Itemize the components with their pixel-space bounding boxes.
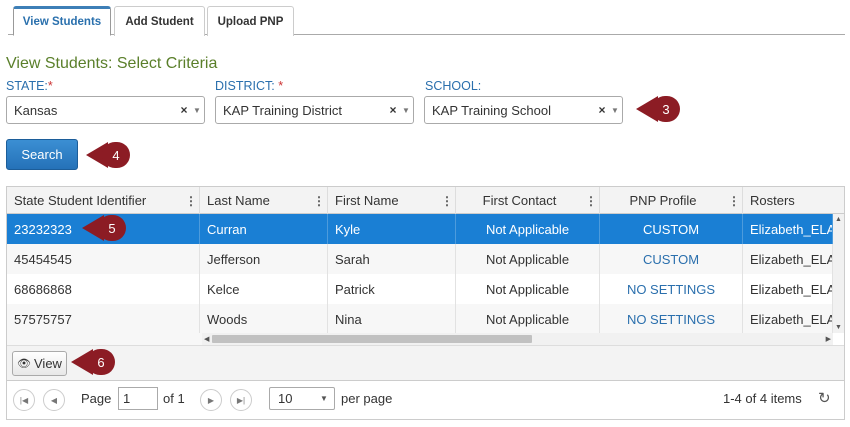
pager: |◀ ◀ Page 1 of 1 ▶ ▶| 10 ▼ per page 1-4 … <box>7 381 844 419</box>
column-menu-icon[interactable]: ⋮ <box>726 194 742 208</box>
cell-first-name: Kyle <box>328 214 456 244</box>
items-info: 1-4 of 4 items <box>723 391 802 406</box>
view-button[interactable]: 👁 View <box>12 351 67 376</box>
scroll-right-icon[interactable]: ▶ <box>826 335 831 343</box>
cell-pnp-profile[interactable]: NO SETTINGS <box>600 304 743 334</box>
next-page-icon[interactable]: ▶ <box>200 389 222 411</box>
district-select[interactable]: KAP Training District × ▼ <box>215 96 414 124</box>
state-select[interactable]: Kansas × ▼ <box>6 96 205 124</box>
callout-5: 5 <box>82 215 126 241</box>
school-label: SCHOOL: <box>425 79 482 93</box>
cell-first-contact: Not Applicable <box>456 304 600 334</box>
clear-icon[interactable]: × <box>387 103 399 117</box>
tab-upload-pnp[interactable]: Upload PNP <box>207 6 294 36</box>
state-label: STATE:* <box>6 79 53 93</box>
table-row[interactable]: 23232323 Curran Kyle Not Applicable CUST… <box>7 214 833 244</box>
school-select[interactable]: KAP Training School × ▼ <box>424 96 623 124</box>
table-row[interactable]: 68686868 Kelce Patrick Not Applicable NO… <box>7 274 833 304</box>
search-button[interactable]: Search <box>6 139 78 170</box>
students-grid: State Student Identifier ⋮ Last Name ⋮ Fir… <box>6 186 845 420</box>
cell-ssid: 68686868 <box>7 274 200 304</box>
column-menu-icon[interactable]: ⋮ <box>311 194 327 208</box>
chevron-down-icon[interactable]: ▼ <box>608 106 622 115</box>
vertical-scrollbar[interactable]: ▲ ▼ <box>833 214 844 333</box>
cell-last-name: Kelce <box>200 274 328 304</box>
cell-first-contact: Not Applicable <box>456 214 600 244</box>
callout-4: 4 <box>86 142 130 168</box>
cell-pnp-profile[interactable]: CUSTOM <box>600 244 743 274</box>
cell-ssid: 45454545 <box>7 244 200 274</box>
callout-3: 3 <box>636 96 680 122</box>
chevron-down-icon[interactable]: ▼ <box>399 106 413 115</box>
column-menu-icon[interactable]: ⋮ <box>583 194 599 208</box>
per-page-label: per page <box>341 391 393 406</box>
refresh-icon[interactable]: ↻ <box>818 389 836 409</box>
cell-rosters: Elizabeth_ELA <box>743 214 833 244</box>
column-menu-icon[interactable]: ⋮ <box>439 194 455 208</box>
table-row[interactable]: 57575757 Woods Nina Not Applicable NO SE… <box>7 304 833 334</box>
cell-rosters: Elizabeth_ELA <box>743 304 833 334</box>
clear-icon[interactable]: × <box>178 103 190 117</box>
tab-bar: View Students Add Student Upload PNP <box>8 6 845 36</box>
table-row[interactable]: 45454545 Jefferson Sarah Not Applicable … <box>7 244 833 274</box>
district-label: DISTRICT: * <box>215 79 284 93</box>
col-header-first-name[interactable]: First Name ⋮ <box>328 187 456 214</box>
prev-page-icon[interactable]: ◀ <box>43 389 65 411</box>
page-size-value: 10 <box>278 391 293 406</box>
eye-icon: 👁 <box>17 358 31 370</box>
tab-add-student[interactable]: Add Student <box>114 6 205 36</box>
last-page-icon[interactable]: ▶| <box>230 389 252 411</box>
scroll-left-icon[interactable]: ◀ <box>204 335 209 343</box>
cell-pnp-profile[interactable]: CUSTOM <box>600 214 743 244</box>
col-header-last-name[interactable]: Last Name ⋮ <box>200 187 328 214</box>
horizontal-scrollbar[interactable]: ◀ ▶ <box>202 333 833 345</box>
page-label: Page <box>81 391 112 406</box>
cell-first-name: Nina <box>328 304 456 334</box>
scroll-down-icon[interactable]: ▼ <box>835 324 842 331</box>
cell-ssid: 57575757 <box>7 304 200 334</box>
grid-toolbar: 👁 View <box>7 345 844 381</box>
district-value: KAP Training District <box>223 102 342 118</box>
page-size-select[interactable]: 10 ▼ <box>269 387 335 410</box>
chevron-down-icon[interactable]: ▼ <box>190 106 204 115</box>
cell-last-name: Jefferson <box>200 244 328 274</box>
state-value: Kansas <box>14 102 58 118</box>
cell-rosters: Elizabeth_ELA <box>743 274 833 304</box>
scroll-filler <box>7 333 202 345</box>
cell-rosters: Elizabeth_ELA <box>743 244 833 274</box>
page-input[interactable]: 1 <box>118 387 158 410</box>
cell-pnp-profile[interactable]: NO SETTINGS <box>600 274 743 304</box>
cell-first-contact: Not Applicable <box>456 274 600 304</box>
page-count: of 1 <box>163 391 185 406</box>
school-value: KAP Training School <box>432 102 551 118</box>
first-page-icon[interactable]: |◀ <box>13 389 35 411</box>
col-header-ssid[interactable]: State Student Identifier ⋮ <box>7 187 200 214</box>
grid-header: State Student Identifier ⋮ Last Name ⋮ Fir… <box>7 187 844 214</box>
col-header-pnp-profile[interactable]: PNP Profile ⋮ <box>600 187 743 214</box>
cell-first-contact: Not Applicable <box>456 244 600 274</box>
cell-last-name: Curran <box>200 214 328 244</box>
criteria-title: View Students: Select Criteria <box>6 55 218 72</box>
column-menu-icon[interactable]: ⋮ <box>183 194 199 208</box>
scroll-up-icon[interactable]: ▲ <box>835 216 842 223</box>
chevron-down-icon[interactable]: ▼ <box>320 394 334 403</box>
cell-first-name: Sarah <box>328 244 456 274</box>
scrollbar-thumb[interactable] <box>212 335 532 343</box>
col-header-first-contact[interactable]: First Contact ⋮ <box>456 187 600 214</box>
tab-view-students[interactable]: View Students <box>13 6 111 36</box>
view-button-label: View <box>34 356 62 371</box>
cell-last-name: Woods <box>200 304 328 334</box>
col-header-rosters[interactable]: Rosters <box>743 187 844 214</box>
cell-first-name: Patrick <box>328 274 456 304</box>
clear-icon[interactable]: × <box>596 103 608 117</box>
callout-6: 6 <box>71 349 115 375</box>
